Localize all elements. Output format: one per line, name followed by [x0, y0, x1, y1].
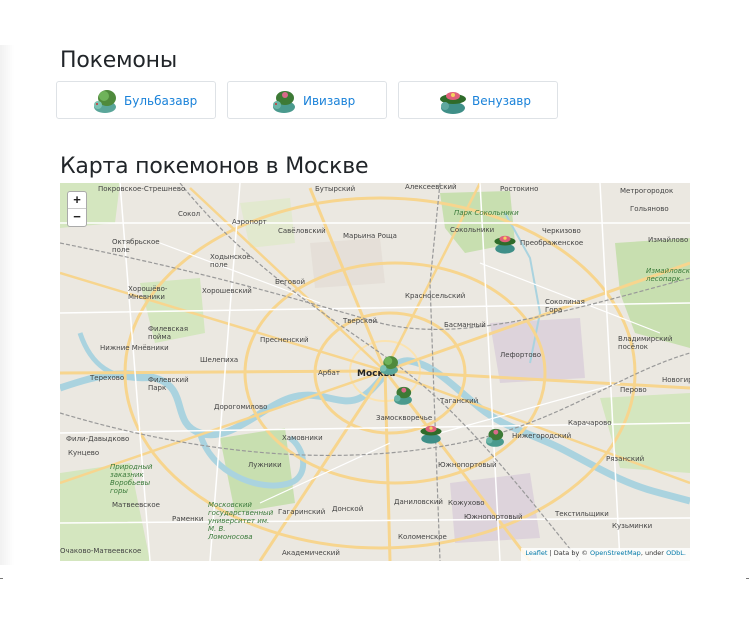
map-label: Сокольники — [450, 226, 495, 234]
osm-link[interactable]: OpenStreetMap — [590, 549, 641, 557]
pokemon-card-ivysaur[interactable]: Ивизавр — [227, 81, 387, 119]
map-label: Таганский — [440, 397, 479, 405]
pokemon-card-list: Бульбазавр Ивизавр Венузавр — [56, 81, 566, 121]
map-label: Лефортово — [500, 351, 542, 359]
map-label: Бутырский — [315, 185, 356, 193]
pokemon-map[interactable]: Покровское-Стрешнево Бутырский Алексеевс… — [60, 183, 690, 561]
venusaur-icon[interactable] — [418, 421, 444, 445]
corner-mark — [746, 578, 749, 579]
map-label: Красносельский — [405, 292, 466, 300]
map-label: Измайлово — [648, 236, 689, 244]
map-label: Дорогомилово — [214, 403, 268, 411]
map-label: Южнопортовый — [464, 513, 523, 521]
map-label: Хорошевский — [202, 287, 252, 295]
pokemon-link-ivysaur[interactable]: Ивизавр — [303, 94, 355, 108]
map-label: Измайловский лесопарк — [646, 267, 690, 283]
map-label: Аэропорт — [232, 218, 267, 226]
map-label: Кузьминки — [612, 522, 653, 530]
map-label: Текстильщики — [555, 510, 609, 518]
map-label: Арбат — [318, 369, 340, 377]
map-label: Октябрьское поле — [112, 238, 160, 254]
map-label: Гагаринский — [278, 508, 326, 516]
ivysaur-icon[interactable] — [482, 425, 508, 449]
map-label: Терехово — [90, 374, 125, 382]
map-label: Раменки — [172, 515, 204, 523]
map-label: Кунцево — [68, 449, 100, 457]
map-label: Пресненский — [260, 336, 309, 344]
map-label: Филевский Парк — [148, 376, 189, 392]
map-label: Лужники — [248, 461, 282, 469]
map-label: Ростокино — [500, 185, 539, 193]
pokemon-card-bulbasaur[interactable]: Бульбазавр — [56, 81, 216, 119]
map-label: Кожухово — [448, 499, 485, 507]
map-label: Нижегородский — [512, 432, 572, 440]
pokemon-card-venusaur[interactable]: Венузавр — [398, 81, 558, 119]
ivysaur-icon[interactable] — [390, 383, 416, 407]
attribution-text: , under — [640, 549, 667, 557]
pokemons-title: Покемоны — [60, 48, 178, 73]
map-label: Коломенское — [398, 533, 447, 541]
map-label: Рязанский — [606, 455, 645, 463]
corner-mark — [0, 578, 3, 579]
zoom-out-button[interactable]: − — [68, 209, 86, 225]
map-label: Преображенское — [520, 239, 584, 247]
map-label: Метрогородок — [620, 187, 674, 195]
map-label: Соколиная Гора — [545, 298, 585, 314]
page-left-shade — [0, 45, 14, 565]
map-label: Беговой — [275, 278, 306, 286]
map-label: Академический — [282, 549, 340, 557]
map-label: Нижние Мнёвники — [100, 344, 169, 352]
map-label: Перово — [620, 386, 647, 394]
map-label: Парк Сокольники — [454, 209, 519, 217]
map-label: Владимирский посёлок — [618, 335, 673, 351]
map-label: Московский государственный университет и… — [208, 501, 274, 541]
map-label: Марьина Роща — [343, 232, 397, 240]
venusaur-icon — [440, 92, 466, 114]
map-label: Очаково-Матвеевское — [60, 547, 142, 555]
leaflet-link[interactable]: Leaflet — [525, 549, 547, 557]
map-label: Хамовники — [282, 434, 323, 442]
odbl-link[interactable]: ODbL. — [666, 549, 686, 557]
map-title: Карта покемонов в Москве — [60, 154, 369, 179]
map-attribution: Leaflet | Data by © OpenStreetMap, under… — [521, 548, 690, 561]
pokemon-link-bulbasaur[interactable]: Бульбазавр — [124, 94, 197, 108]
map-label: Хорошёво-Мневники — [128, 285, 168, 301]
map-label: Карачарово — [568, 419, 612, 427]
map-label: Матвеевское — [112, 501, 160, 509]
map-label: Новогиреево — [662, 376, 690, 384]
map-label: Тверской — [343, 317, 378, 325]
map-label: Фили-Давыдково — [66, 435, 130, 443]
bulbasaur-icon[interactable] — [376, 353, 402, 377]
map-label: Природный заказник Воробьевы горы — [110, 463, 153, 495]
zoom-control: + − — [67, 191, 87, 227]
map-label: Сокол — [178, 210, 201, 218]
venusaur-icon[interactable] — [492, 231, 518, 255]
bulbasaur-icon — [94, 90, 116, 113]
map-label: Даниловский — [394, 498, 443, 506]
attribution-text: | Data by © — [547, 549, 590, 557]
map-label: Ходынское поле — [210, 253, 251, 269]
ivysaur-icon — [273, 91, 295, 113]
map-label: Савёловский — [278, 227, 326, 235]
map-label: Покровское-Стрешнево — [98, 185, 186, 193]
zoom-in-button[interactable]: + — [68, 192, 86, 209]
map-label: Шелепиха — [200, 356, 239, 364]
map-label: Алексеевский — [405, 183, 457, 191]
map-label: Басманный — [444, 321, 486, 329]
map-label: Филевская пойма — [148, 325, 189, 341]
map-label: Южнопортовый — [438, 461, 497, 469]
pokemon-link-venusaur[interactable]: Венузавр — [472, 94, 531, 108]
map-label: Гольяновo — [630, 205, 669, 213]
map-label: Черкизово — [542, 227, 581, 235]
map-label: Донской — [332, 505, 364, 513]
